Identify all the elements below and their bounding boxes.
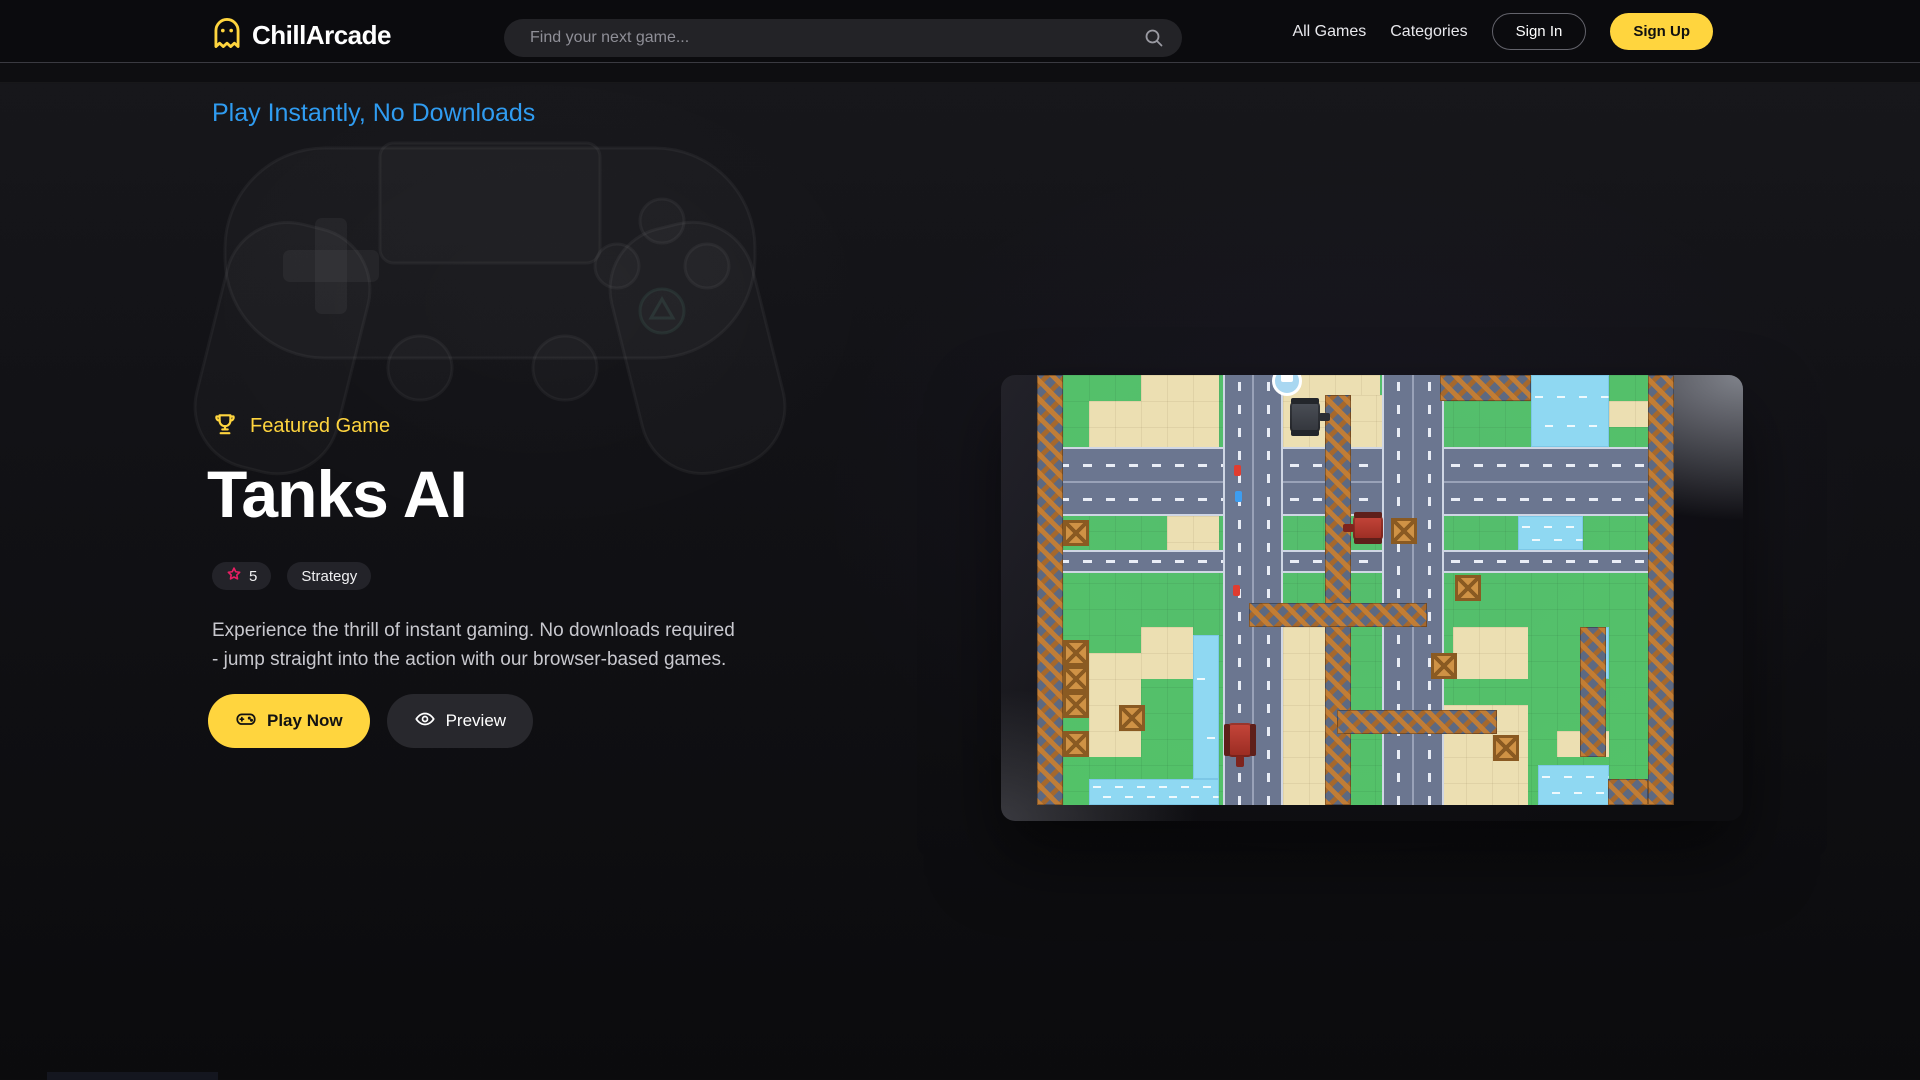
nav-link-all-games[interactable]: All Games: [1292, 23, 1366, 41]
sand-tile: [1141, 627, 1193, 679]
tank-tread: [1291, 398, 1319, 404]
brand-name: ChillArcade: [252, 20, 391, 51]
preview-label: Preview: [446, 711, 506, 731]
tank-barrel: [1343, 524, 1354, 532]
water-tile: [1531, 375, 1609, 447]
crate-tile: [1063, 640, 1089, 666]
crate-tile: [1431, 653, 1457, 679]
play-now-label: Play Now: [267, 711, 343, 731]
star-icon: [226, 566, 242, 586]
badges-row: 5 Strategy: [212, 562, 371, 590]
road-h2-tile: [1037, 447, 1674, 516]
play-now-button[interactable]: Play Now: [208, 694, 370, 748]
crate-tile: [1063, 666, 1089, 692]
tank-tread: [1354, 512, 1382, 518]
gamepad-icon: [235, 708, 257, 735]
brick-tile: [1325, 395, 1351, 805]
nav-link-categories[interactable]: Categories: [1390, 23, 1467, 41]
eye-icon: [414, 708, 436, 735]
top-navbar: ChillArcade All Games Categories Sign In…: [0, 0, 1920, 63]
sand-tile: [1167, 516, 1219, 550]
water-tile: [1193, 635, 1219, 779]
sand-tile: [1089, 401, 1141, 447]
cta-row: Play Now Preview: [208, 694, 533, 748]
description-line-1: Experience the thrill of instant gaming.…: [212, 616, 735, 645]
sand-tile: [1283, 627, 1329, 805]
tank-tread: [1224, 724, 1230, 756]
featured-game-preview-card[interactable]: [1001, 375, 1743, 821]
brick-tile: [1648, 375, 1674, 805]
sand-tile: [1141, 375, 1219, 447]
search-input[interactable]: [504, 19, 1182, 57]
page: ChillArcade All Games Categories Sign In…: [0, 0, 1920, 1080]
red-bullet: [1234, 465, 1241, 476]
brick-tile: [1249, 603, 1427, 627]
sand-tile: [1453, 627, 1528, 679]
section-tagline[interactable]: Play Instantly, No Downloads: [212, 99, 535, 128]
crate-tile: [1063, 520, 1089, 546]
controller-background-graphic: [165, 103, 815, 503]
game-map: [1037, 375, 1674, 805]
crate-tile: [1063, 692, 1089, 718]
brand-logo[interactable]: ChillArcade: [212, 17, 391, 54]
red-tank: [1353, 515, 1383, 541]
tank-barrel: [1236, 756, 1244, 767]
road-h1-tile: [1037, 550, 1674, 573]
crate-tile: [1455, 575, 1481, 601]
game-description: Experience the thrill of instant gaming.…: [212, 616, 735, 674]
brick-tile: [1580, 627, 1606, 757]
tank-tread: [1291, 430, 1319, 436]
nav-actions: All Games Categories Sign In Sign Up: [1292, 0, 1713, 63]
crate-tile: [1063, 731, 1089, 757]
brick-tile: [1608, 779, 1648, 805]
water-tile: [1089, 779, 1219, 805]
blue-bullet: [1235, 491, 1242, 502]
red-tank: [1227, 723, 1253, 757]
search-icon[interactable]: [1144, 28, 1164, 48]
featured-label-row: Featured Game: [212, 411, 390, 442]
water-tile: [1518, 516, 1583, 550]
partial-element: [47, 1072, 218, 1080]
road-v-tile: [1382, 375, 1444, 805]
rating-badge: 5: [212, 562, 271, 590]
brick-tile: [1037, 375, 1063, 805]
brick-tile: [1337, 710, 1497, 734]
category-badge: Strategy: [287, 562, 371, 590]
game-title: Tanks AI: [207, 461, 467, 527]
crate-tile: [1493, 735, 1519, 761]
preview-button[interactable]: Preview: [387, 694, 533, 748]
tank-tread: [1354, 538, 1382, 544]
crate-tile: [1391, 518, 1417, 544]
black-tank: [1290, 401, 1320, 433]
search-bar: [504, 19, 1182, 57]
crate-tile: [1119, 705, 1145, 731]
ghost-logo-icon: [212, 17, 242, 54]
tank-tread: [1250, 724, 1256, 756]
sand-tile: [1609, 401, 1648, 427]
featured-label: Featured Game: [250, 415, 390, 438]
red-bullet: [1233, 585, 1240, 596]
hero-section: Play Instantly, No Downloads Featured Ga…: [0, 82, 1920, 1080]
sign-up-button[interactable]: Sign Up: [1610, 13, 1713, 50]
trophy-icon: [212, 411, 238, 442]
water-tile: [1538, 765, 1609, 805]
brick-tile: [1440, 375, 1531, 401]
sign-in-button[interactable]: Sign In: [1492, 13, 1587, 50]
rating-value: 5: [249, 568, 257, 585]
description-line-2: - jump straight into the action with our…: [212, 645, 735, 674]
tank-barrel: [1319, 413, 1330, 421]
